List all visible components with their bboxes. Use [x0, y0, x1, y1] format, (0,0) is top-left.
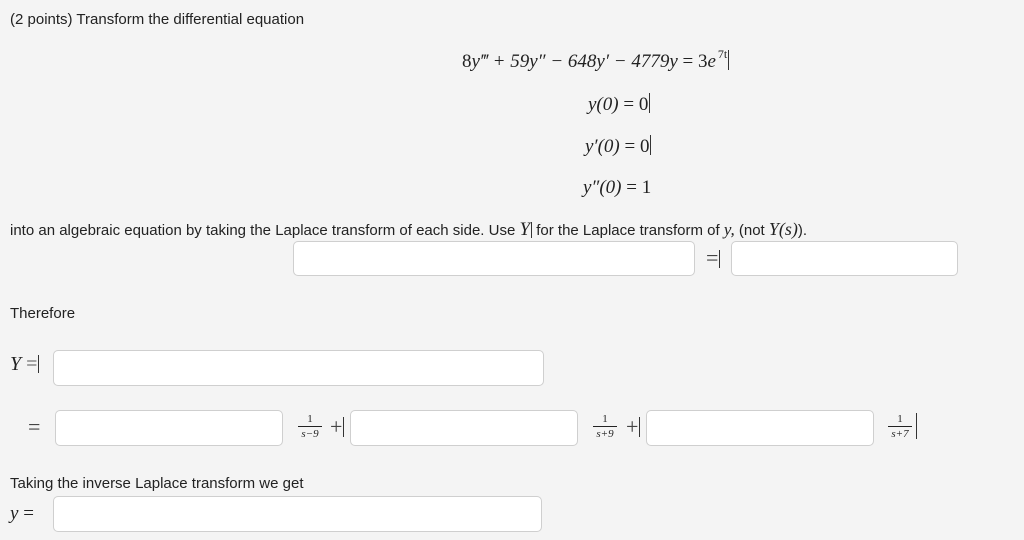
condition-lhs: y″(0): [583, 177, 622, 198]
instruction-part: into an algebraic equation by taking the…: [10, 222, 516, 239]
text-cursor: [650, 135, 652, 155]
text-cursor: [649, 93, 651, 113]
eq-coef-1: 8: [462, 51, 472, 72]
fraction-bar: [593, 426, 617, 427]
pf-coef-input-2[interactable]: [350, 410, 578, 446]
fraction-denominator: s+9: [596, 428, 614, 440]
problem-intro: (2 points) Transform the differential eq…: [10, 11, 305, 28]
fraction-denominator: s−9: [301, 428, 319, 440]
instruction-part: ).: [797, 222, 808, 239]
instruction-Y: Y: [519, 219, 531, 240]
y-solution-input[interactable]: [53, 496, 542, 532]
fraction-bar: [888, 426, 912, 427]
eq-term-3: y′ − 4779: [596, 51, 670, 72]
eq-exp-base: e: [707, 51, 716, 72]
condition-rhs: 1: [641, 177, 652, 198]
y-equals: =: [23, 503, 34, 524]
plus-text: +: [626, 414, 639, 439]
pf-fraction-2: 1 s+9: [585, 413, 625, 440]
pf-coef-input-1[interactable]: [55, 410, 283, 446]
inverse-label: Taking the inverse Laplace transform we …: [10, 475, 304, 492]
initial-condition-2: y′(0) = 0: [585, 135, 652, 157]
y-var: y: [10, 503, 19, 524]
instruction-part: for the Laplace transform of: [536, 222, 720, 239]
text-cursor: [38, 355, 40, 373]
Y-equals: =: [26, 353, 38, 375]
eq-term-4: y: [669, 51, 678, 72]
Y-var: Y: [10, 353, 22, 375]
condition-lhs: y(0): [588, 94, 619, 115]
text-cursor: [916, 413, 917, 439]
instruction-y: y,: [723, 220, 735, 239]
condition-lhs: y′(0): [585, 136, 620, 157]
fraction-bar: [298, 426, 322, 427]
initial-condition-1: y(0) = 0: [588, 93, 651, 115]
laplace-lhs-input[interactable]: [293, 241, 695, 276]
equals-text: =: [706, 245, 719, 270]
plus-text: +: [330, 414, 343, 439]
eq-equals: = 3: [677, 51, 708, 72]
fraction-numerator: 1: [307, 413, 313, 425]
eq-term-1: y‴ + 59: [471, 51, 530, 72]
pf-end-cursor: [915, 413, 917, 441]
text-cursor: [719, 250, 721, 268]
fraction-denominator: s+7: [891, 428, 909, 440]
eq-term-2: y″ − 648: [529, 51, 597, 72]
differential-equation: 8y‴ + 59y″ − 648y′ − 4779y = 3e 7t: [462, 47, 730, 73]
initial-condition-3: y″(0) = 1: [583, 177, 652, 198]
y-label: y =: [10, 503, 34, 525]
text-cursor: [728, 50, 730, 70]
pf-plus-1: +: [330, 414, 345, 440]
Y-input[interactable]: [53, 350, 544, 386]
pf-fraction-3: 1 s+7: [880, 413, 920, 440]
eq-exponent: 7t: [717, 47, 728, 61]
pf-coef-input-3[interactable]: [646, 410, 874, 446]
pf-fraction-1: 1 s−9: [290, 413, 330, 440]
pf-equals-sign: =: [28, 414, 41, 439]
instruction-text: into an algebraic equation by taking the…: [10, 219, 807, 241]
therefore-label: Therefore: [10, 305, 76, 322]
Y-label: Y =: [10, 353, 40, 376]
text-cursor: [343, 417, 345, 437]
pf-plus-2: +: [626, 414, 641, 440]
instruction-Ys: Y(s): [768, 219, 798, 239]
fraction-numerator: 1: [602, 413, 608, 425]
text-cursor: [639, 417, 641, 437]
fraction-numerator: 1: [897, 413, 903, 425]
instruction-part: (not: [738, 222, 765, 239]
laplace-equals-sign: =: [706, 245, 721, 271]
text-cursor: [531, 222, 533, 238]
laplace-rhs-input[interactable]: [731, 241, 958, 276]
condition-rhs: 0: [639, 136, 650, 157]
condition-rhs: 0: [638, 94, 649, 115]
